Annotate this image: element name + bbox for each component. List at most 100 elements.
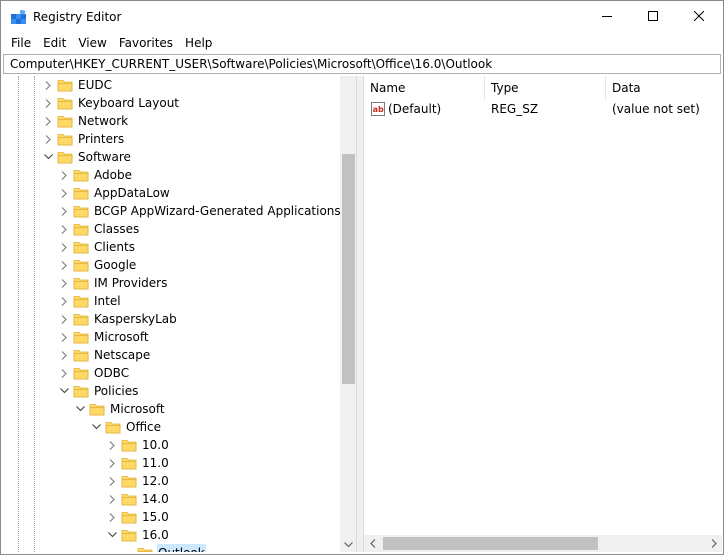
string-value-icon: ab	[370, 101, 386, 117]
chevron-right-icon[interactable]	[57, 292, 71, 310]
tree-item[interactable]: 14.0	[105, 490, 170, 508]
chevron-right-icon[interactable]	[57, 346, 71, 364]
maximize-button[interactable]	[630, 1, 676, 33]
tree-item[interactable]: 16.0	[105, 526, 170, 544]
tree-item-label: Adobe	[94, 168, 132, 182]
folder-icon	[73, 328, 89, 346]
chevron-right-icon[interactable]	[105, 490, 119, 508]
chevron-right-icon[interactable]	[57, 310, 71, 328]
chevron-right-icon[interactable]	[41, 130, 55, 148]
title-bar[interactable]: Registry Editor	[1, 1, 723, 33]
column-header-data[interactable]: Data	[606, 76, 722, 100]
chevron-right-icon[interactable]	[57, 184, 71, 202]
tree-item[interactable]: Adobe	[57, 166, 133, 184]
tree-item[interactable]: KasperskyLab	[57, 310, 178, 328]
folder-icon	[121, 490, 137, 508]
registry-editor-icon	[11, 9, 27, 26]
tree-item[interactable]: Microsoft	[73, 400, 166, 418]
tree-item-label: Intel	[94, 294, 121, 308]
close-button[interactable]	[676, 1, 722, 33]
tree-item[interactable]: BCGP AppWizard-Generated Applications	[57, 202, 342, 220]
registry-editor-window: Registry Editor File Edit View Favorites…	[0, 0, 724, 555]
chevron-right-icon[interactable]	[57, 238, 71, 256]
tree-item-label: Keyboard Layout	[78, 96, 180, 110]
chevron-right-icon[interactable]	[41, 94, 55, 112]
values-list[interactable]: Name Type Data ab (Default) REG_SZ (valu…	[363, 76, 722, 552]
tree-item[interactable]: Keyboard Layout	[41, 94, 180, 112]
tree-item[interactable]: Policies	[57, 382, 139, 400]
chevron-down-icon[interactable]	[89, 418, 103, 436]
chevron-right-icon[interactable]	[105, 454, 119, 472]
chevron-right-icon[interactable]	[57, 220, 71, 238]
menu-file[interactable]: File	[1, 33, 37, 53]
chevron-right-icon[interactable]	[57, 166, 71, 184]
chevron-down-icon[interactable]	[73, 400, 87, 418]
tree-item[interactable]: AppDataLow	[57, 184, 171, 202]
chevron-right-icon[interactable]	[57, 364, 71, 382]
tree-item[interactable]: Clients	[57, 238, 136, 256]
menu-bar: File Edit View Favorites Help	[1, 33, 723, 53]
chevron-right-icon[interactable]	[105, 436, 119, 454]
minimize-button[interactable]	[584, 1, 630, 33]
tree-item[interactable]: 15.0	[105, 508, 170, 526]
tree-item[interactable]: Microsoft	[57, 328, 150, 346]
tree-item[interactable]: Software	[41, 148, 132, 166]
tree-item[interactable]: Classes	[57, 220, 140, 238]
tree-item-label: Clients	[94, 240, 135, 254]
column-header-type[interactable]: Type	[485, 76, 606, 100]
chevron-right-icon[interactable]	[41, 76, 55, 94]
value-row[interactable]: ab (Default) REG_SZ (value not set)	[364, 100, 722, 118]
chevron-down-icon[interactable]	[105, 526, 119, 544]
folder-icon	[121, 526, 137, 544]
values-horizontal-scrollbar[interactable]	[364, 535, 722, 552]
chevron-right-icon[interactable]	[57, 328, 71, 346]
chevron-right-icon[interactable]	[105, 472, 119, 490]
tree-scroll-down-button[interactable]	[340, 535, 356, 552]
folder-icon	[73, 238, 89, 256]
tree-item[interactable]: Outlook	[121, 544, 206, 552]
tree-item-label: Microsoft	[110, 402, 165, 416]
menu-edit[interactable]: Edit	[37, 33, 72, 53]
tree-item-label: BCGP AppWizard-Generated Applications	[94, 204, 341, 218]
tree-item[interactable]: 10.0	[105, 436, 170, 454]
address-bar[interactable]: Computer\HKEY_CURRENT_USER\Software\Poli…	[3, 54, 721, 74]
tree-item[interactable]: Netscape	[57, 346, 151, 364]
tree-item-label: Classes	[94, 222, 140, 236]
tree-vertical-scrollbar[interactable]	[340, 76, 356, 552]
values-scroll-thumb[interactable]	[383, 537, 598, 550]
chevron-down-icon[interactable]	[41, 148, 55, 166]
chevron-right-icon[interactable]	[57, 274, 71, 292]
chevron-down-icon[interactable]	[57, 382, 71, 400]
chevron-right-icon[interactable]	[105, 508, 119, 526]
folder-icon	[121, 436, 137, 454]
folder-icon	[73, 274, 89, 292]
tree-item-label: AppDataLow	[94, 186, 170, 200]
tree-item-spacer	[121, 544, 135, 552]
column-header-name[interactable]: Name	[364, 76, 485, 100]
tree-item-label: 10.0	[142, 438, 169, 452]
tree-item[interactable]: Intel	[57, 292, 122, 310]
folder-icon	[73, 166, 89, 184]
menu-view[interactable]: View	[72, 33, 112, 53]
window-title: Registry Editor	[33, 10, 122, 24]
values-scroll-right-button[interactable]	[705, 535, 722, 552]
tree-item[interactable]: ODBC	[57, 364, 130, 382]
tree-item[interactable]: Printers	[41, 130, 125, 148]
values-scroll-left-button[interactable]	[364, 535, 381, 552]
tree-item[interactable]: Office	[89, 418, 162, 436]
chevron-right-icon[interactable]	[41, 112, 55, 130]
tree-item[interactable]: 11.0	[105, 454, 170, 472]
chevron-right-icon[interactable]	[57, 202, 71, 220]
menu-help[interactable]: Help	[179, 33, 218, 53]
chevron-right-icon[interactable]	[57, 256, 71, 274]
tree-item[interactable]: 12.0	[105, 472, 170, 490]
tree-item[interactable]: IM Providers	[57, 274, 168, 292]
tree-item[interactable]: Network	[41, 112, 129, 130]
key-tree[interactable]: EUDC Keyboard Layout Network Printers Softwa…	[3, 76, 357, 552]
tree-item-label: Office	[126, 420, 162, 434]
tree-scroll-thumb[interactable]	[342, 154, 355, 384]
value-name-cell: ab (Default)	[370, 100, 441, 118]
tree-item[interactable]: EUDC	[41, 76, 113, 94]
tree-item[interactable]: Google	[57, 256, 137, 274]
menu-favorites[interactable]: Favorites	[113, 33, 179, 53]
